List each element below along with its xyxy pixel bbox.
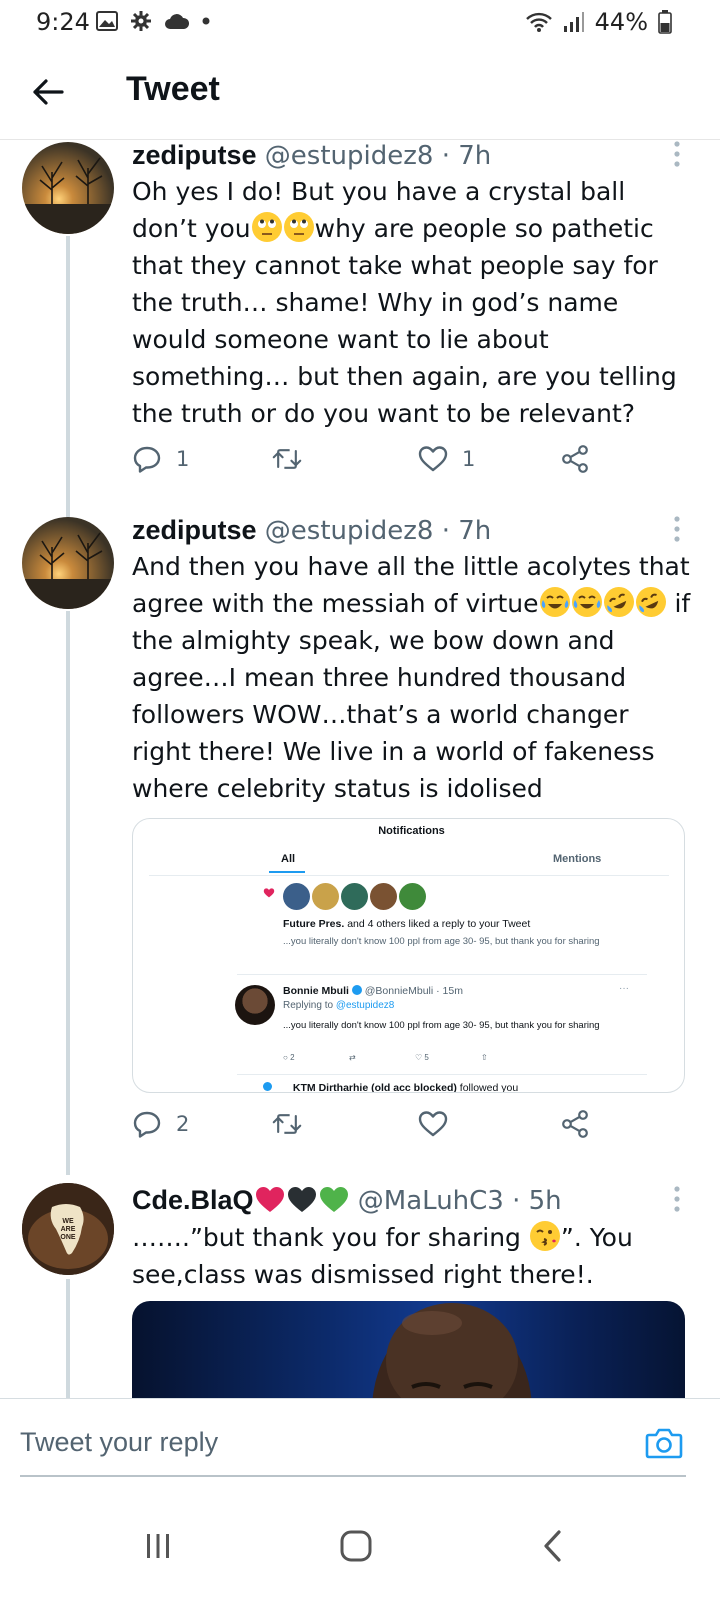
battery-icon [658,10,672,34]
like-button[interactable] [418,1109,462,1139]
rofl-emoji [630,582,671,622]
reply-icon [133,1111,161,1138]
page-title: Tweet [126,70,220,108]
settings-gear-icon [131,11,151,31]
reply-count: 1 [176,447,190,471]
display-name[interactable]: zediputse [132,140,257,170]
svg-text:WE: WE [62,1218,74,1225]
reply-text: ...you literally don't know 100 ppl from… [283,1020,600,1031]
tears-of-joy-emoji [571,587,602,617]
verified-icon [351,985,362,995]
signal-icon [563,12,584,32]
tweet-header: Cde.BlaQ @MaLuhC3 · 5h [132,1185,562,1216]
timestamp: 5h [528,1186,562,1216]
rofl-emoji [598,582,639,622]
tweet-thread: zediputse @estupidez8 · 7h Oh yes I do! … [0,140,720,1398]
retweet-icon [272,449,302,469]
system-navigation-bar [0,1488,720,1600]
embed-header: Notifications [378,825,445,837]
tweet-actions: 2 [132,1109,612,1149]
svg-text:ONE: ONE [60,1234,76,1241]
tweet-actions: 1 1 [132,444,612,484]
tweet-header: zediputse @estupidez8 · 7h [132,515,492,546]
like-button[interactable]: 1 [418,444,475,474]
reply-count: 2 [176,1112,190,1136]
battery-percent: 44% [594,8,648,36]
thread-line [66,1279,70,1398]
reply-input[interactable]: Tweet your reply [20,1427,218,1458]
like-icon [418,1111,448,1137]
back-arrow-icon[interactable] [30,74,66,110]
kissing-face-emoji [529,1221,560,1251]
reply-composer: Tweet your reply [0,1398,720,1488]
tweet-header: zediputse @estupidez8 · 7h [132,140,492,171]
tweet-1[interactable]: zediputse @estupidez8 · 7h Oh yes I do! … [0,140,720,518]
display-name[interactable]: Cde.BlaQ [132,1185,254,1215]
avatar [235,985,275,1025]
system-back-icon[interactable] [534,1526,574,1566]
reply-icon [133,446,161,473]
embed-tab-all: All [281,853,296,865]
wifi-icon [525,12,552,32]
green-heart-icon [319,1187,348,1212]
thread-line [66,611,70,1175]
rolling-eyes-emoji [251,212,282,242]
tweet-2[interactable]: zediputse @estupidez8 · 7h And then you … [0,515,720,1175]
liked-reply-preview: ...you literally don't know 100 ppl from… [283,936,600,947]
tweet-text: …….”but thank you for sharing ”. You see… [132,1221,633,1289]
tweet-media-image[interactable] [132,1301,685,1398]
display-name[interactable]: zediputse [132,515,257,545]
liker-avatars [283,883,426,910]
thread-line [66,236,70,518]
avatar[interactable] [22,517,114,609]
like-count: 1 [462,447,476,471]
status-bar: 9:24 44% [0,0,720,46]
recent-apps-icon[interactable] [138,1526,178,1566]
tweet-3[interactable]: WE ARE ONE Cde.BlaQ @MaLuhC3 · 5h …….”bu… [0,1183,720,1398]
share-button[interactable] [560,1109,590,1139]
retweet-button[interactable] [272,444,302,474]
gallery-icon [96,11,118,31]
embed-tab-mentions: Mentions [553,853,602,865]
person-icon [263,1082,272,1091]
home-icon[interactable] [336,1526,376,1566]
heart-icon [263,888,275,898]
timestamp: 7h [458,141,492,171]
red-heart-icon [255,1187,284,1212]
like-icon [418,446,448,472]
reply-author-name: Bonnie Mbuli [283,985,349,997]
avatar[interactable] [22,142,114,234]
kebab-icon[interactable] [672,515,682,543]
user-handle[interactable]: @MaLuhC3 [358,1186,504,1216]
rolling-eyes-emoji [283,212,314,242]
reply-button[interactable]: 1 [132,444,189,474]
user-handle[interactable]: @estupidez8 [265,141,434,171]
share-button[interactable] [560,444,590,474]
black-heart-icon [287,1187,316,1212]
share-icon [562,1110,588,1138]
reply-button[interactable]: 2 [132,1109,189,1139]
tweet-text: Oh yes I do! But you have a crystal ball… [132,177,677,428]
svg-text:ARE: ARE [61,1226,76,1233]
retweet-button[interactable] [272,1109,302,1139]
tears-of-joy-emoji [539,587,570,617]
dot-indicator-icon [202,17,210,25]
app-bar: Tweet [0,46,720,140]
cloud-icon [165,14,190,29]
avatar[interactable]: WE ARE ONE [22,1183,114,1275]
kebab-icon[interactable] [672,140,682,168]
status-time: 9:24 [36,8,90,36]
camera-icon[interactable] [644,1423,684,1463]
liker-name: Future Pres. [283,918,345,930]
reply-author-handle: @BonnieMbuli · 15m [364,985,463,997]
retweet-icon [272,1114,302,1134]
timestamp: 7h [458,516,492,546]
embedded-image[interactable]: Notifications All Mentions Future Pres. … [132,818,685,1093]
kebab-icon[interactable] [672,1185,682,1213]
tweet-text: And then you have all the little acolyte… [132,552,691,803]
share-icon [562,445,588,473]
user-handle[interactable]: @estupidez8 [265,516,434,546]
